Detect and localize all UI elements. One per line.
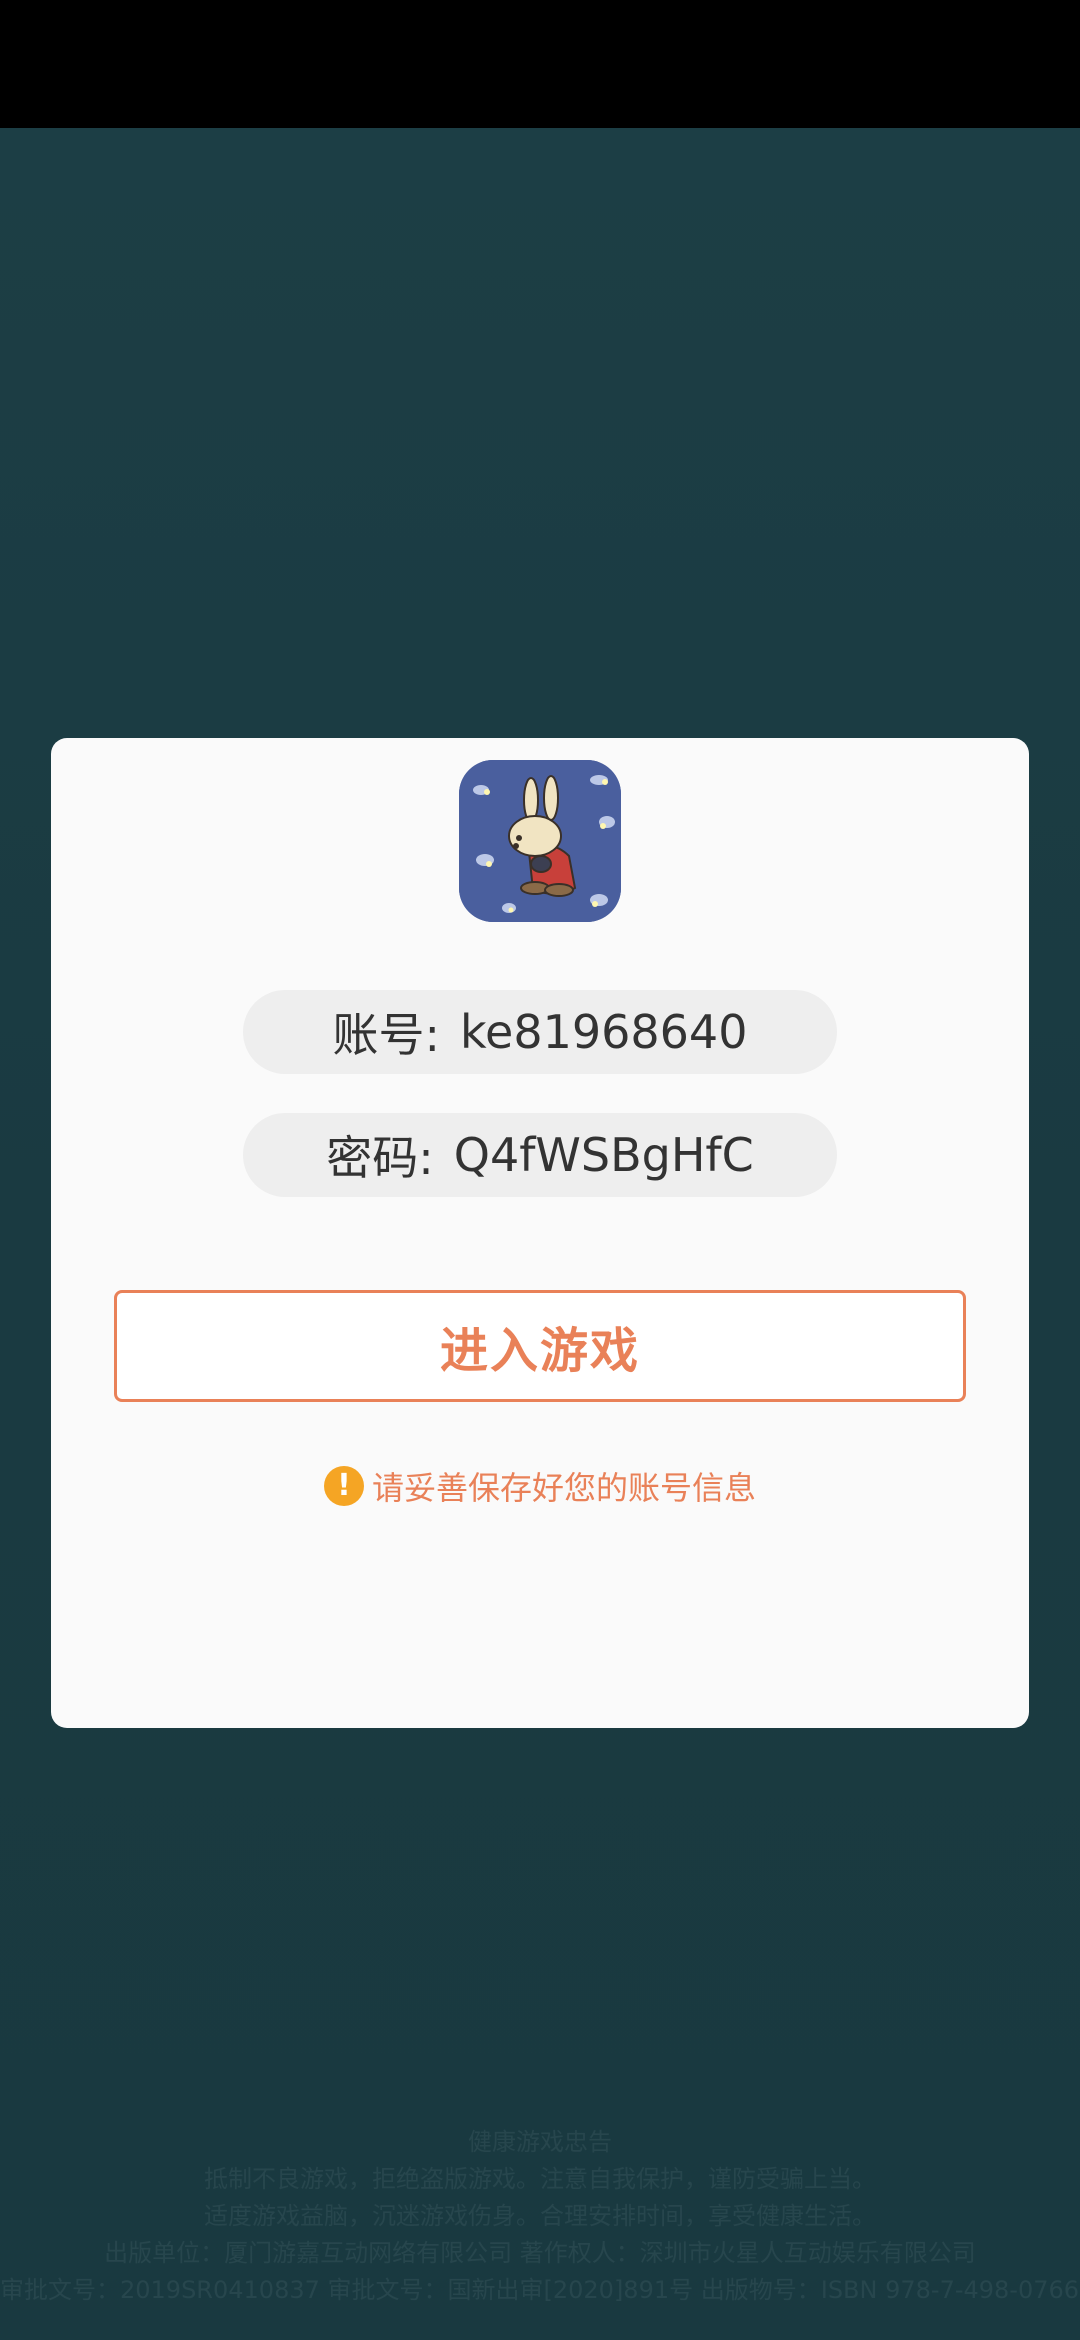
rabbit-app-icon (459, 760, 621, 922)
account-value: ke81968640 (460, 1005, 748, 1059)
status-bar (0, 0, 1080, 128)
account-field: 账号: ke81968640 (243, 990, 837, 1074)
footer-line: 审批文号：2019SR0410837 审批文号：国新出审[2020]891号 出… (0, 2276, 1080, 2304)
notice-text: 请妥善保存好您的账号信息 (371, 1469, 756, 1507)
password-label: 密码: (326, 1131, 434, 1185)
footer-line: 适度游戏益脑，沉迷游戏伤身。合理安排时间，享受健康生活。 (204, 2202, 876, 2230)
account-dialog: 账号: ke81968640 密码: Q4fWSBgHfC 进入游戏 ! 请妥善… (51, 738, 1029, 1728)
password-field: 密码: Q4fWSBgHfC (243, 1113, 837, 1197)
enter-game-button[interactable]: 进入游戏 (114, 1290, 966, 1402)
footer-line: 抵制不良游戏，拒绝盗版游戏。注意自我保护，谨防受骗上当。 (204, 2165, 876, 2193)
exclamation-icon: ! (323, 1466, 364, 1506)
password-value: Q4fWSBgHfC (453, 1128, 754, 1182)
account-label: 账号: (332, 1008, 441, 1062)
health-notice-footer: 健康游戏忠告 抵制不良游戏，拒绝盗版游戏。注意自我保护，谨防受骗上当。 适度游戏… (0, 2124, 1080, 2309)
footer-line: 出版单位：厦门游嘉互动网络有限公司 著作权人：深圳市火星人互动娱乐有限公司 (104, 2239, 976, 2267)
save-account-notice: ! 请妥善保存好您的账号信息 (51, 1464, 1029, 1508)
footer-title: 健康游戏忠告 (468, 2128, 612, 2156)
